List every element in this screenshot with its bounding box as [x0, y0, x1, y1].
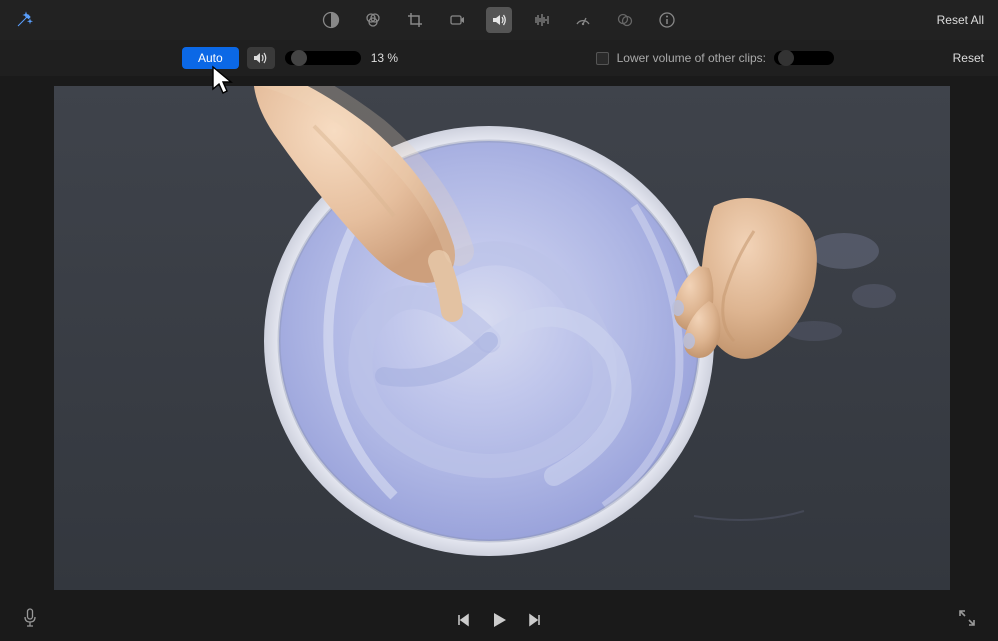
playback-controls	[455, 610, 543, 630]
lower-volume-slider[interactable]	[774, 51, 834, 65]
lower-volume-checkbox[interactable]	[596, 52, 609, 65]
magic-wand-button[interactable]	[14, 10, 34, 30]
volume-slider-thumb[interactable]	[291, 50, 307, 66]
reset-button[interactable]: Reset	[953, 51, 984, 65]
volume-value: 13 %	[371, 51, 421, 65]
speed-icon[interactable]	[570, 7, 596, 33]
previous-button[interactable]	[455, 612, 471, 628]
lower-volume-group: Lower volume of other clips:	[596, 51, 834, 65]
lower-volume-slider-thumb	[778, 50, 794, 66]
next-button[interactable]	[527, 612, 543, 628]
noise-reduction-icon[interactable]	[528, 7, 554, 33]
top-toolbar: Reset All	[0, 0, 998, 40]
reset-all-button[interactable]: Reset All	[937, 13, 984, 27]
play-button[interactable]	[489, 610, 509, 630]
auto-button[interactable]: Auto	[182, 47, 239, 69]
tool-icons-group	[318, 7, 680, 33]
color-balance-icon[interactable]	[318, 7, 344, 33]
volume-slider[interactable]	[285, 51, 361, 65]
speaker-button[interactable]	[247, 47, 275, 69]
lower-volume-label: Lower volume of other clips:	[617, 51, 766, 65]
audio-controls-bar: Auto 13 % Lower volume of other clips: R…	[0, 40, 998, 76]
crop-icon[interactable]	[402, 7, 428, 33]
stabilization-icon[interactable]	[444, 7, 470, 33]
color-correction-icon[interactable]	[360, 7, 386, 33]
video-preview[interactable]	[54, 86, 950, 590]
fullscreen-button[interactable]	[958, 609, 976, 632]
voiceover-mic-button[interactable]	[22, 608, 38, 633]
playback-bar	[0, 599, 998, 641]
clip-filter-icon[interactable]	[612, 7, 638, 33]
info-icon[interactable]	[654, 7, 680, 33]
volume-icon[interactable]	[486, 7, 512, 33]
